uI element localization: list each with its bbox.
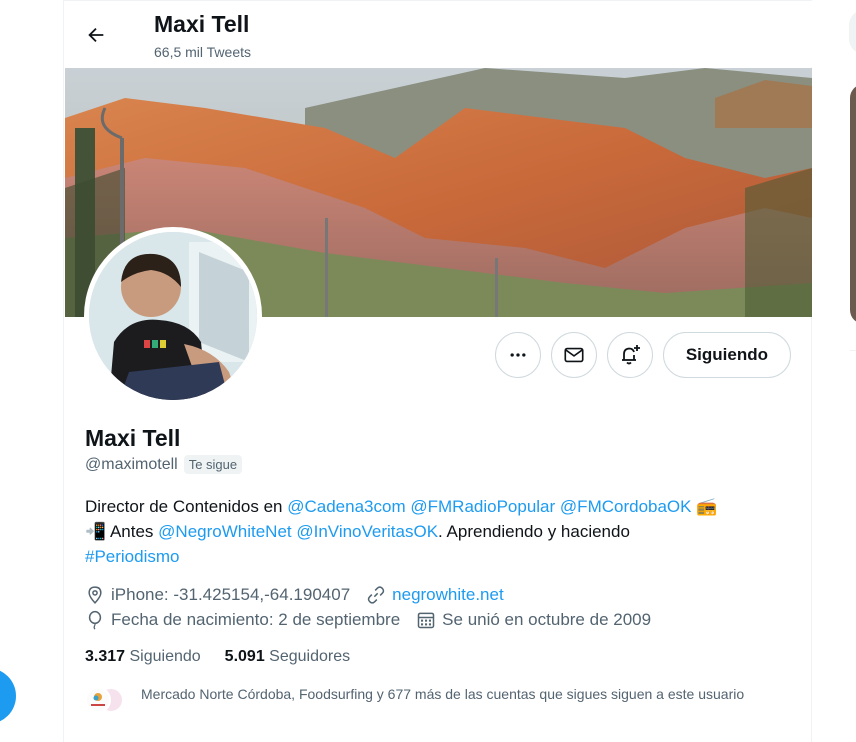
followers-count: 5.091 (224, 648, 265, 665)
mutual-followers[interactable]: Mercado Norte Córdoba, Foodsurfing y 677… (85, 684, 795, 714)
avatar (89, 232, 257, 400)
profile-meta: iPhone: -31.425154,-64.190407 negrowhite… (85, 582, 785, 632)
location-pin-icon (88, 585, 102, 604)
profile-actions: Siguiendo (494, 332, 791, 378)
followers-count-link[interactable]: 5.091 Seguidores (225, 648, 350, 666)
mutual-followers-text: Mercado Norte Córdoba, Foodsurfing y 677… (141, 686, 745, 702)
birthday-text: Fecha de nacimiento: 2 de septiembre (111, 609, 401, 629)
avatar-photo (89, 232, 257, 400)
more-button[interactable] (494, 332, 541, 378)
envelope-icon (564, 347, 584, 363)
location-text: iPhone: -31.425154,-64.190407 (111, 584, 351, 604)
bio-mention-link[interactable]: @InVinoVeritasOK (296, 522, 438, 541)
divider (850, 350, 856, 351)
bio-mention-link[interactable]: @FMCordobaOK (560, 497, 692, 516)
follow-counts: 3.317 Siguiendo 5.091 Seguidores (85, 648, 350, 666)
right-sidebar-edge (812, 0, 856, 742)
mutual-avatars (85, 686, 127, 714)
back-button[interactable] (78, 17, 114, 53)
joined-text: Se unió en octubre de 2009 (442, 609, 652, 629)
bio-text: . Aprendiendo y haciendo (438, 522, 630, 541)
header-title: Maxi Tell (154, 11, 250, 37)
bell-plus-icon (621, 345, 640, 365)
follows-you-badge: Te sigue (183, 455, 243, 474)
joined-item: Se unió en octubre de 2009 (416, 610, 651, 630)
profile-name: Maxi Tell (85, 425, 181, 451)
website-item: negrowhite.net (366, 585, 504, 605)
profile-header-bar: Maxi Tell 66,5 mil Tweets (64, 1, 812, 67)
media-preview-edge[interactable] (850, 84, 856, 324)
phone-emoji: 📲 (85, 522, 107, 541)
notifications-button[interactable] (606, 332, 653, 378)
calendar-icon (417, 612, 435, 628)
link-icon (367, 585, 385, 604)
following-label: Siguiendo (129, 648, 201, 665)
more-dots-icon (510, 353, 526, 357)
profile-handle: @maximotell (85, 455, 178, 473)
following-button[interactable]: Siguiendo (662, 332, 791, 378)
bio-mention-link[interactable]: @NegroWhiteNet (158, 522, 291, 541)
compose-tweet-button[interactable] (0, 668, 16, 724)
handle-row: @maximotell Te sigue (85, 455, 243, 474)
profile-column: Maxi Tell 66,5 mil Tweets Siguiendo Maxi… (63, 0, 812, 742)
radio-emoji: 📻 (696, 497, 718, 516)
following-count: 3.317 (85, 648, 126, 665)
profile-avatar[interactable] (84, 227, 262, 405)
bio-mention-link[interactable]: @FMRadioPopular (410, 497, 555, 516)
search-bar-edge[interactable] (849, 10, 856, 54)
header-tweet-count: 66,5 mil Tweets (154, 44, 252, 60)
balloon-icon (88, 610, 102, 630)
location-item: iPhone: -31.425154,-64.190407 (85, 585, 350, 605)
left-gutter (0, 0, 63, 742)
following-count-link[interactable]: 3.317 Siguiendo (85, 648, 201, 666)
followers-label: Seguidores (269, 648, 351, 665)
mutual-avatar-images (85, 687, 124, 713)
message-button[interactable] (550, 332, 597, 378)
bio-mention-link[interactable]: @Cadena3com (287, 497, 405, 516)
bio-text: Antes (106, 522, 159, 541)
bio-hashtag-link[interactable]: #Periodismo (85, 547, 180, 566)
website-link[interactable]: negrowhite.net (392, 585, 504, 605)
arrow-left-icon (88, 27, 104, 43)
birthday-item: Fecha de nacimiento: 2 de septiembre (85, 610, 400, 630)
bio-text: Director de Contenidos en (85, 497, 288, 516)
profile-bio: Director de Contenidos en @Cadena3com @F… (85, 494, 785, 569)
